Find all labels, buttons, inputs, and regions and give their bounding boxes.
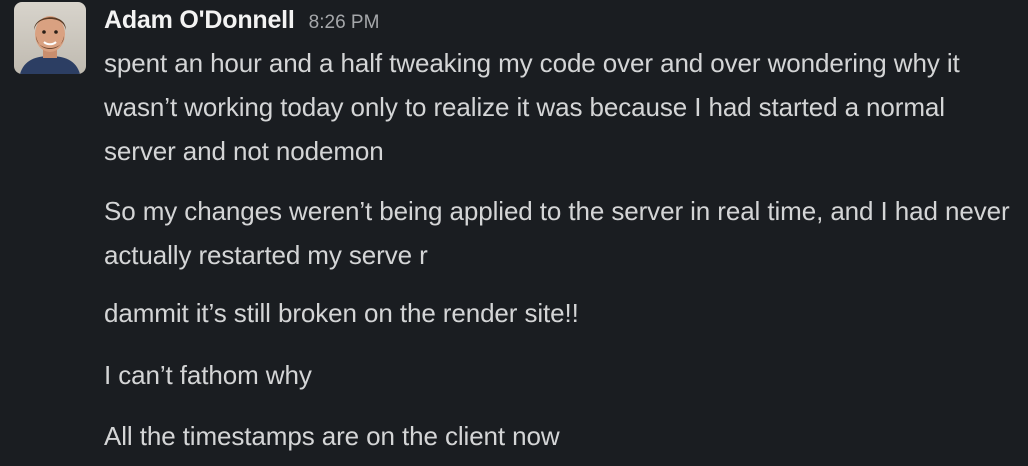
message-text: All the timestamps are on the client now (104, 421, 560, 451)
message-text: So my changes weren’t being applied to t… (104, 196, 1010, 270)
author-name[interactable]: Adam O'Donnell (104, 2, 295, 38)
message-text: spent an hour and a half tweaking my cod… (104, 48, 960, 166)
message-text: I can’t fathom why (104, 360, 312, 390)
user-avatar[interactable] (14, 2, 86, 74)
avatar-photo-icon (14, 2, 86, 74)
message-group: Adam O'Donnell 8:26 PM spent an hour and… (0, 0, 1028, 466)
message-text: dammit it’s still broken on the render s… (104, 298, 579, 328)
message-timestamp[interactable]: 8:26 PM (309, 5, 380, 41)
message-header: Adam O'Donnell 8:26 PM (104, 2, 379, 38)
